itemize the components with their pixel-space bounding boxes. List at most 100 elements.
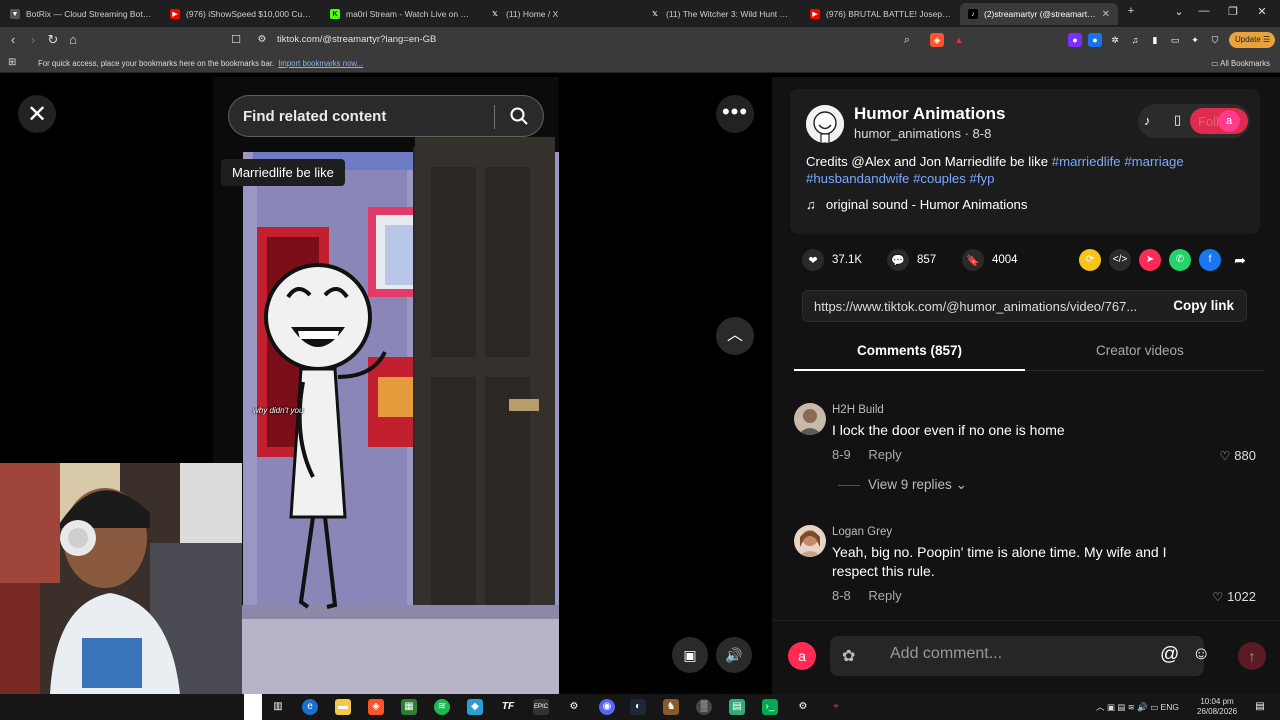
comment-button[interactable]: 💬 857 bbox=[887, 249, 936, 271]
view-replies-button[interactable]: View 9 replies ⌄ bbox=[838, 477, 967, 493]
sound-link[interactable]: ♫ original sound - Humor Animations bbox=[806, 197, 1027, 212]
browser-tab[interactable]: ▶ (976) BRUTAL BATTLE! Joseph Parker bbox=[802, 3, 960, 25]
reply-button[interactable]: Reply bbox=[868, 447, 901, 462]
tray-app-icon[interactable]: ▣ bbox=[1107, 702, 1117, 712]
brave-shield-icon[interactable]: ◈ bbox=[930, 33, 944, 47]
mention-icon[interactable]: @ bbox=[1160, 644, 1179, 666]
copy-link-button[interactable]: Copy link bbox=[1173, 298, 1234, 313]
like-button[interactable]: ❤ 37.1K bbox=[802, 249, 862, 271]
emoji-icon[interactable]: ☺ bbox=[1192, 643, 1210, 664]
volume-icon[interactable]: 🔊 bbox=[1137, 702, 1150, 712]
app-icon[interactable]: ▤ bbox=[729, 699, 745, 715]
task-view-icon[interactable]: ▥ bbox=[270, 699, 286, 715]
previous-video-button[interactable]: ︿ bbox=[716, 317, 754, 355]
extensions-puzzle-icon[interactable]: ✲ bbox=[1108, 33, 1122, 47]
settings-wheel-icon[interactable]: ⚙ bbox=[566, 699, 582, 715]
creator-handle[interactable]: humor_animations bbox=[854, 126, 961, 141]
commenter-avatar[interactable] bbox=[794, 403, 826, 435]
commenter-name[interactable]: Logan Grey bbox=[832, 526, 892, 538]
maximize-icon[interactable]: ❐ bbox=[1222, 5, 1244, 18]
notifications-icon[interactable]: ▤ bbox=[1252, 699, 1268, 715]
video-url[interactable]: https://www.tiktok.com/@humor_animations… bbox=[814, 299, 1154, 314]
comment-like-button[interactable]: ♡ 880 bbox=[1220, 448, 1256, 463]
apps-grid-icon[interactable]: ⊞ bbox=[8, 57, 16, 68]
home-icon[interactable]: ⌂ bbox=[65, 32, 81, 48]
embed-icon[interactable]: </> bbox=[1109, 249, 1131, 271]
hashtag-link[interactable]: #marriage bbox=[1124, 154, 1183, 169]
vpn-icon[interactable]: ⛉ bbox=[1208, 33, 1222, 47]
creator-name[interactable]: Humor Animations bbox=[854, 104, 1005, 124]
game-icon[interactable]: ♞ bbox=[663, 699, 679, 715]
store-icon[interactable]: ▦ bbox=[401, 699, 417, 715]
facebook-icon[interactable]: f bbox=[1199, 249, 1221, 271]
wifi-icon[interactable]: ≋ bbox=[1128, 702, 1137, 712]
browser-tab[interactable]: ▼ BotRix — Cloud Streaming Bot for Twitc… bbox=[2, 3, 160, 25]
tray-app-icon[interactable]: ▤ bbox=[1117, 702, 1127, 712]
import-bookmarks-link[interactable]: Import bookmarks now... bbox=[278, 59, 363, 68]
edge-icon[interactable]: e bbox=[302, 699, 318, 715]
back-icon[interactable]: ‹ bbox=[5, 32, 21, 48]
browser-tab[interactable]: 𝕏 (11) Home / X bbox=[482, 3, 640, 25]
brave-rewards-icon[interactable]: ▲ bbox=[952, 33, 966, 47]
discord-icon[interactable]: ◉ bbox=[599, 699, 615, 715]
battery-icon[interactable]: ▭ bbox=[1150, 702, 1160, 712]
zoom-icon[interactable]: ⌕ bbox=[899, 32, 915, 48]
hashtag-link[interactable]: #marriedlife bbox=[1052, 154, 1121, 169]
browser-tab-active[interactable]: ♪ (2)streamartyr (@streamartyr) ✕ bbox=[960, 3, 1118, 25]
app-icon[interactable]: ◆ bbox=[467, 699, 483, 715]
brave-icon[interactable]: ◈ bbox=[368, 699, 384, 715]
more-options-button[interactable]: ••• bbox=[716, 95, 754, 133]
creator-avatar[interactable] bbox=[806, 105, 844, 143]
extension-icon[interactable]: ● bbox=[1088, 33, 1102, 47]
leo-ai-icon[interactable]: ✦ bbox=[1188, 33, 1202, 47]
volume-button[interactable]: 🔊 bbox=[716, 637, 752, 673]
tf-app-icon[interactable]: TF bbox=[500, 699, 516, 715]
settings-icon[interactable]: ⚙ bbox=[795, 699, 811, 715]
steam-icon[interactable]: ◐ bbox=[630, 699, 646, 715]
reload-icon[interactable]: ↻ bbox=[45, 32, 61, 48]
browser-tab[interactable]: 𝕏 (11) The Witcher 3: Wild Hunt Remaster… bbox=[642, 3, 800, 25]
app-icon[interactable]: ▒ bbox=[696, 699, 712, 715]
tab-comments[interactable]: Comments (857) bbox=[857, 343, 962, 358]
send-to-friends-icon[interactable]: ➤ bbox=[1139, 249, 1161, 271]
save-button[interactable]: 🔖 4004 bbox=[962, 249, 1018, 271]
all-bookmarks-button[interactable]: ▭ All Bookmarks bbox=[1211, 59, 1270, 68]
sidebar-icon[interactable]: ▮ bbox=[1148, 33, 1162, 47]
commenter-name[interactable]: H2H Build bbox=[832, 404, 884, 416]
hashtag-link[interactable]: #couples bbox=[913, 171, 966, 186]
comment-like-button[interactable]: ♡ 1022 bbox=[1212, 589, 1256, 604]
update-button[interactable]: Update ☰ bbox=[1229, 32, 1275, 48]
post-comment-button[interactable]: ↑ bbox=[1238, 642, 1266, 670]
tab-creator-videos[interactable]: Creator videos bbox=[1096, 343, 1184, 358]
whatsapp-icon[interactable]: ✆ bbox=[1169, 249, 1191, 271]
extension-icon[interactable]: ● bbox=[1068, 33, 1082, 47]
tab-search-icon[interactable]: ⌄ bbox=[1168, 5, 1190, 18]
search-icon[interactable] bbox=[509, 106, 529, 126]
comment-input[interactable] bbox=[890, 645, 1160, 663]
video-search-bar[interactable]: Find related content bbox=[228, 95, 544, 137]
user-avatar[interactable]: a bbox=[1218, 110, 1240, 132]
spotify-icon[interactable]: ≋ bbox=[434, 699, 450, 715]
minimize-icon[interactable]: — bbox=[1193, 5, 1215, 17]
picture-in-picture-button[interactable]: ▣ bbox=[672, 637, 708, 673]
sticker-icon[interactable]: ✿ bbox=[842, 646, 855, 666]
location-pin-icon[interactable]: ⌖ bbox=[828, 699, 844, 715]
forward-icon[interactable]: › bbox=[25, 32, 41, 48]
media-icon[interactable]: ♫ bbox=[1128, 33, 1142, 47]
new-tab-icon[interactable]: + bbox=[1120, 5, 1142, 17]
window-close-icon[interactable]: ✕ bbox=[1251, 5, 1273, 18]
share-arrow-icon[interactable]: ➦ bbox=[1229, 249, 1251, 271]
site-info-icon[interactable]: ⚙ bbox=[254, 32, 270, 48]
hashtag-link[interactable]: #fyp bbox=[970, 171, 995, 186]
hashtag-link[interactable]: #husbandandwife bbox=[806, 171, 909, 186]
commenter-avatar[interactable] bbox=[794, 525, 826, 557]
close-tab-icon[interactable]: ✕ bbox=[1102, 9, 1110, 20]
terminal-icon[interactable]: ›_ bbox=[762, 699, 778, 715]
close-video-button[interactable]: ✕ bbox=[18, 95, 56, 133]
url-field[interactable]: tiktok.com/@streamartyr?lang=en-GB bbox=[277, 34, 436, 45]
browser-tab[interactable]: K ma0ri Stream - Watch Live on Kick bbox=[322, 3, 480, 25]
tray-chevron-icon[interactable]: ︿ bbox=[1096, 702, 1105, 712]
video-player[interactable]: Find related content Marriedlife be like… bbox=[213, 77, 559, 694]
epic-games-icon[interactable]: EPIC bbox=[533, 699, 549, 715]
language-indicator[interactable]: ENG bbox=[1161, 702, 1179, 712]
